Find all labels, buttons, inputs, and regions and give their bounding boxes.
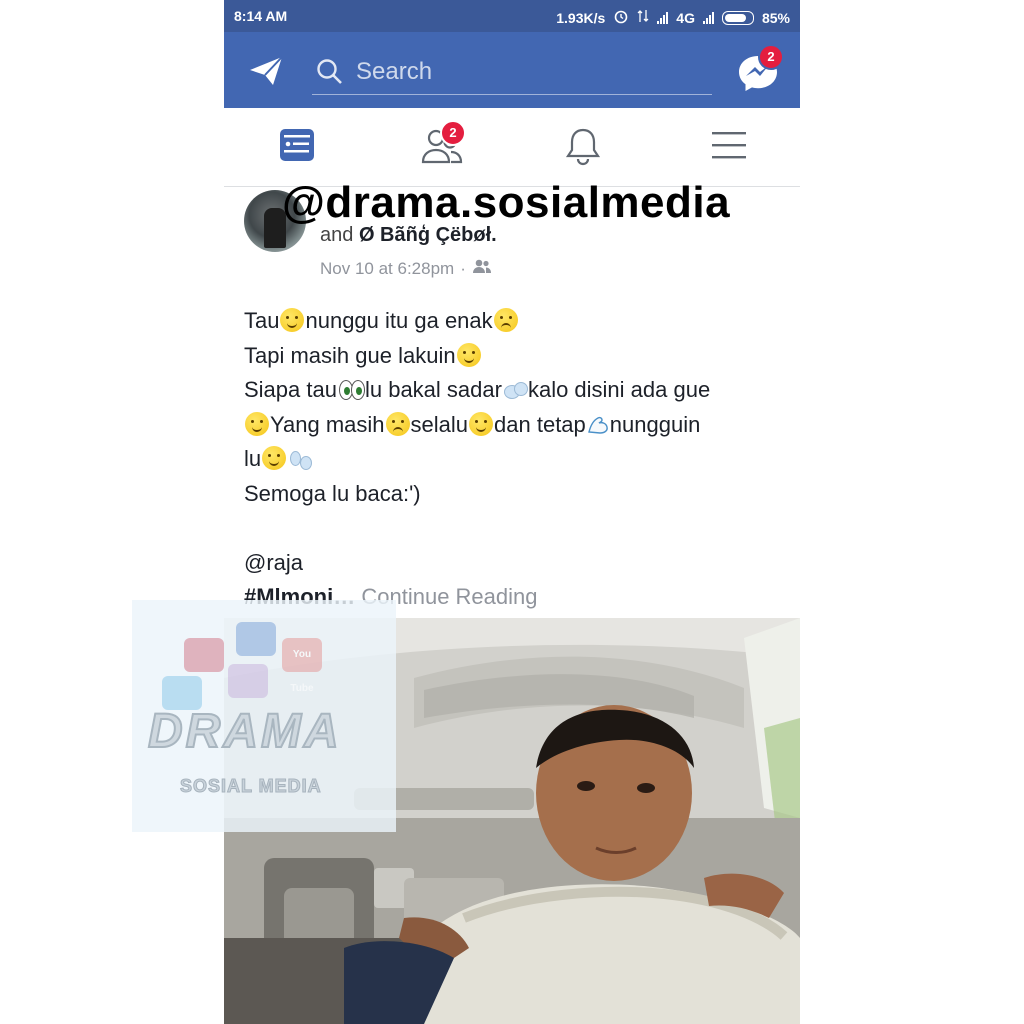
smile-emoji-icon	[469, 411, 494, 436]
tab-menu[interactable]	[698, 122, 758, 172]
status-time: 8:14 AM	[234, 8, 288, 24]
watermark-logo: You Tube DRAMA SOSIAL MEDIA	[132, 600, 396, 832]
facebook-icon	[236, 622, 276, 656]
messenger-icon[interactable]: 2	[736, 44, 784, 94]
top-bar: Search 2	[224, 32, 800, 108]
post-line: lu	[244, 442, 784, 477]
disappointed-emoji-icon	[493, 308, 518, 332]
watermark-logo-subtitle: SOSIAL MEDIA	[180, 776, 322, 797]
post-text: Tau nunggu itu ga enak Tapi masih gue lak…	[244, 304, 784, 615]
friends-privacy-icon	[472, 258, 492, 279]
friend-requests-badge: 2	[440, 120, 466, 146]
eyes-emoji-icon	[337, 378, 365, 400]
post-line-blank	[244, 511, 784, 546]
watermark-logo-title: DRAMA	[147, 704, 342, 759]
tab-news-feed[interactable]	[266, 122, 326, 172]
pensive-emoji-icon	[385, 411, 410, 436]
tab-bar: 2	[224, 108, 800, 187]
search-icon	[316, 58, 344, 86]
post-line: Tapi masih gue lakuin	[244, 339, 784, 374]
smile-emoji-icon	[245, 411, 269, 436]
instagram-icon	[184, 638, 224, 672]
post-meta: Nov 10 at 6:28pm ·	[320, 258, 492, 279]
send-icon[interactable]	[246, 54, 286, 88]
tab-friend-requests[interactable]: 2	[408, 120, 468, 172]
meta-separator: ·	[460, 258, 466, 278]
post-line: Tau nunggu itu ga enak	[244, 304, 784, 339]
youtube-icon: You Tube	[282, 638, 322, 694]
alarm-icon	[613, 8, 629, 27]
search-placeholder: Search	[356, 58, 433, 85]
phone-screen: 8:14 AM 1.93K/s 4G 85% Search 2 2 and Ø …	[224, 0, 800, 1024]
status-bar: 8:14 AM 1.93K/s 4G 85%	[224, 0, 800, 32]
relieved-emoji-icon	[456, 342, 481, 367]
tab-notifications[interactable]	[552, 122, 612, 172]
search-bar[interactable]: Search	[312, 54, 712, 95]
net-speed: 1.93K/s	[556, 9, 606, 26]
smile-emoji-icon	[280, 308, 305, 332]
smile-emoji-icon	[262, 446, 287, 470]
post-line: Yang masih selalu dan tetap nungguin	[244, 408, 784, 443]
data-transfer-icon	[637, 8, 649, 27]
battery-icon	[721, 10, 754, 25]
dash-emoji-icon	[502, 380, 528, 400]
status-right: 1.93K/s 4G 85%	[556, 8, 790, 27]
post-line: Siapa tau lu bakal sadar kalo disini ada g…	[244, 377, 711, 402]
post-line: Semoga lu baca:')	[244, 480, 421, 506]
post-line: @raja	[244, 549, 304, 575]
watermark-handle: @drama.sosialmedia	[282, 178, 731, 227]
post-timestamp[interactable]: Nov 10 at 6:28pm	[320, 259, 454, 279]
sweat-droplets-emoji-icon	[287, 449, 313, 470]
network-type: 4G	[676, 9, 695, 26]
signal-icon-1	[657, 11, 669, 24]
signal-icon-2	[702, 11, 714, 24]
battery-percent: 85%	[761, 9, 790, 26]
tumblr-icon	[228, 664, 268, 698]
flexed-biceps-emoji-icon	[586, 412, 610, 436]
messenger-badge: 2	[758, 44, 784, 70]
